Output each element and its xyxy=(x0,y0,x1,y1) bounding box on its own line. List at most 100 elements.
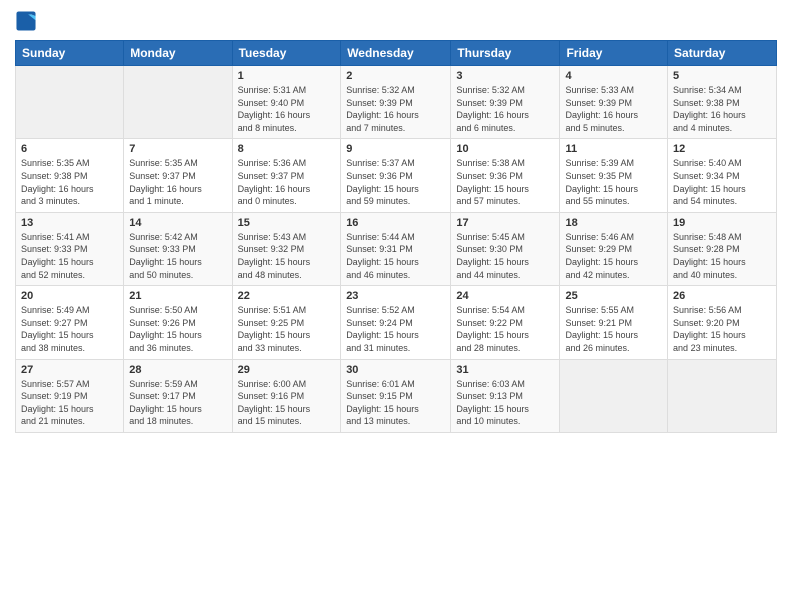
logo xyxy=(15,10,39,32)
calendar-cell: 3 Sunrise: 5:32 AM Sunset: 9:39 PM Daylig… xyxy=(451,66,560,139)
day-number: 7 xyxy=(129,143,226,155)
day-info: Sunrise: 5:49 AM Sunset: 9:27 PM Dayligh… xyxy=(21,304,118,354)
calendar-cell: 22 Sunrise: 5:51 AM Sunset: 9:25 PM Dayli… xyxy=(232,286,341,359)
day-info: Sunrise: 5:41 AM Sunset: 9:33 PM Dayligh… xyxy=(21,231,118,281)
day-number: 9 xyxy=(346,143,445,155)
calendar-cell: 10 Sunrise: 5:38 AM Sunset: 9:36 PM Dayli… xyxy=(451,139,560,212)
day-number: 4 xyxy=(565,70,662,82)
calendar-week-2: 6 Sunrise: 5:35 AM Sunset: 9:38 PM Daylig… xyxy=(16,139,777,212)
day-info: Sunrise: 5:56 AM Sunset: 9:20 PM Dayligh… xyxy=(673,304,771,354)
calendar-week-1: 1 Sunrise: 5:31 AM Sunset: 9:40 PM Daylig… xyxy=(16,66,777,139)
weekday-header-thursday: Thursday xyxy=(451,41,560,66)
day-info: Sunrise: 5:40 AM Sunset: 9:34 PM Dayligh… xyxy=(673,157,771,207)
day-number: 25 xyxy=(565,290,662,302)
day-number: 19 xyxy=(673,217,771,229)
day-number: 5 xyxy=(673,70,771,82)
day-number: 13 xyxy=(21,217,118,229)
weekday-header-monday: Monday xyxy=(124,41,232,66)
calendar-cell: 7Sunrise: 5:35 AM Sunset: 9:37 PM Daylig… xyxy=(124,139,232,212)
calendar-cell: 11 Sunrise: 5:39 AM Sunset: 9:35 PM Dayli… xyxy=(560,139,668,212)
day-info: Sunrise: 5:59 AM Sunset: 9:17 PM Dayligh… xyxy=(129,378,226,428)
day-info: Sunrise: 6:01 AM Sunset: 9:15 PM Dayligh… xyxy=(346,378,445,428)
calendar-cell: 26 Sunrise: 5:56 AM Sunset: 9:20 PM Dayli… xyxy=(668,286,777,359)
day-info: Sunrise: 5:46 AM Sunset: 9:29 PM Dayligh… xyxy=(565,231,662,281)
calendar-cell: 17 Sunrise: 5:45 AM Sunset: 9:30 PM Dayli… xyxy=(451,212,560,285)
day-info: Sunrise: 5:31 AM Sunset: 9:40 PM Dayligh… xyxy=(238,84,336,134)
day-number: 30 xyxy=(346,364,445,376)
day-info: Sunrise: 5:36 AM Sunset: 9:37 PM Dayligh… xyxy=(238,157,336,207)
calendar-cell: 21 Sunrise: 5:50 AM Sunset: 9:26 PM Dayli… xyxy=(124,286,232,359)
calendar-cell xyxy=(124,66,232,139)
day-info: Sunrise: 5:52 AM Sunset: 9:24 PM Dayligh… xyxy=(346,304,445,354)
calendar-cell: 14Sunrise: 5:42 AM Sunset: 9:33 PM Dayli… xyxy=(124,212,232,285)
day-info: Sunrise: 5:32 AM Sunset: 9:39 PM Dayligh… xyxy=(346,84,445,134)
calendar-cell xyxy=(560,359,668,432)
calendar-cell: 23Sunrise: 5:52 AM Sunset: 9:24 PM Dayli… xyxy=(341,286,451,359)
calendar-cell: 12 Sunrise: 5:40 AM Sunset: 9:34 PM Dayli… xyxy=(668,139,777,212)
day-number: 6 xyxy=(21,143,118,155)
day-number: 18 xyxy=(565,217,662,229)
calendar-week-4: 20 Sunrise: 5:49 AM Sunset: 9:27 PM Dayli… xyxy=(16,286,777,359)
header xyxy=(15,10,777,32)
day-info: Sunrise: 5:45 AM Sunset: 9:30 PM Dayligh… xyxy=(456,231,554,281)
day-info: Sunrise: 5:33 AM Sunset: 9:39 PM Dayligh… xyxy=(565,84,662,134)
day-info: Sunrise: 6:00 AM Sunset: 9:16 PM Dayligh… xyxy=(238,378,336,428)
calendar-week-5: 27Sunrise: 5:57 AM Sunset: 9:19 PM Dayli… xyxy=(16,359,777,432)
calendar-cell: 4 Sunrise: 5:33 AM Sunset: 9:39 PM Daylig… xyxy=(560,66,668,139)
calendar-cell xyxy=(668,359,777,432)
day-info: Sunrise: 6:03 AM Sunset: 9:13 PM Dayligh… xyxy=(456,378,554,428)
day-number: 1 xyxy=(238,70,336,82)
calendar-cell: 29 Sunrise: 6:00 AM Sunset: 9:16 PM Dayli… xyxy=(232,359,341,432)
calendar-cell: 2 Sunrise: 5:32 AM Sunset: 9:39 PM Daylig… xyxy=(341,66,451,139)
calendar-cell: 5 Sunrise: 5:34 AM Sunset: 9:38 PM Daylig… xyxy=(668,66,777,139)
day-number: 29 xyxy=(238,364,336,376)
calendar-cell: 31 Sunrise: 6:03 AM Sunset: 9:13 PM Dayli… xyxy=(451,359,560,432)
calendar-cell: 1 Sunrise: 5:31 AM Sunset: 9:40 PM Daylig… xyxy=(232,66,341,139)
day-number: 31 xyxy=(456,364,554,376)
calendar-cell: 18 Sunrise: 5:46 AM Sunset: 9:29 PM Dayli… xyxy=(560,212,668,285)
weekday-header-sunday: Sunday xyxy=(16,41,124,66)
calendar-cell: 6 Sunrise: 5:35 AM Sunset: 9:38 PM Daylig… xyxy=(16,139,124,212)
calendar-cell: 27Sunrise: 5:57 AM Sunset: 9:19 PM Dayli… xyxy=(16,359,124,432)
day-number: 20 xyxy=(21,290,118,302)
day-number: 16 xyxy=(346,217,445,229)
weekday-header-wednesday: Wednesday xyxy=(341,41,451,66)
day-number: 11 xyxy=(565,143,662,155)
day-info: Sunrise: 5:51 AM Sunset: 9:25 PM Dayligh… xyxy=(238,304,336,354)
day-info: Sunrise: 5:57 AM Sunset: 9:19 PM Dayligh… xyxy=(21,378,118,428)
day-info: Sunrise: 5:43 AM Sunset: 9:32 PM Dayligh… xyxy=(238,231,336,281)
day-info: Sunrise: 5:54 AM Sunset: 9:22 PM Dayligh… xyxy=(456,304,554,354)
day-info: Sunrise: 5:50 AM Sunset: 9:26 PM Dayligh… xyxy=(129,304,226,354)
day-number: 3 xyxy=(456,70,554,82)
calendar-cell xyxy=(16,66,124,139)
day-info: Sunrise: 5:34 AM Sunset: 9:38 PM Dayligh… xyxy=(673,84,771,134)
day-number: 22 xyxy=(238,290,336,302)
calendar-cell: 15 Sunrise: 5:43 AM Sunset: 9:32 PM Dayli… xyxy=(232,212,341,285)
day-info: Sunrise: 5:32 AM Sunset: 9:39 PM Dayligh… xyxy=(456,84,554,134)
day-info: Sunrise: 5:38 AM Sunset: 9:36 PM Dayligh… xyxy=(456,157,554,207)
logo-icon xyxy=(15,10,37,32)
day-info: Sunrise: 5:55 AM Sunset: 9:21 PM Dayligh… xyxy=(565,304,662,354)
day-number: 8 xyxy=(238,143,336,155)
calendar-cell: 25 Sunrise: 5:55 AM Sunset: 9:21 PM Dayli… xyxy=(560,286,668,359)
calendar-cell: 28 Sunrise: 5:59 AM Sunset: 9:17 PM Dayli… xyxy=(124,359,232,432)
day-number: 24 xyxy=(456,290,554,302)
calendar-cell: 19Sunrise: 5:48 AM Sunset: 9:28 PM Dayli… xyxy=(668,212,777,285)
calendar-cell: 13 Sunrise: 5:41 AM Sunset: 9:33 PM Dayli… xyxy=(16,212,124,285)
day-number: 14 xyxy=(129,217,226,229)
day-info: Sunrise: 5:39 AM Sunset: 9:35 PM Dayligh… xyxy=(565,157,662,207)
day-info: Sunrise: 5:44 AM Sunset: 9:31 PM Dayligh… xyxy=(346,231,445,281)
calendar-cell: 20 Sunrise: 5:49 AM Sunset: 9:27 PM Dayli… xyxy=(16,286,124,359)
day-number: 15 xyxy=(238,217,336,229)
weekday-header-row: SundayMondayTuesdayWednesdayThursdayFrid… xyxy=(16,41,777,66)
day-number: 26 xyxy=(673,290,771,302)
day-number: 10 xyxy=(456,143,554,155)
weekday-header-friday: Friday xyxy=(560,41,668,66)
day-info: Sunrise: 5:37 AM Sunset: 9:36 PM Dayligh… xyxy=(346,157,445,207)
day-number: 12 xyxy=(673,143,771,155)
day-number: 21 xyxy=(129,290,226,302)
day-number: 28 xyxy=(129,364,226,376)
day-number: 17 xyxy=(456,217,554,229)
day-info: Sunrise: 5:35 AM Sunset: 9:38 PM Dayligh… xyxy=(21,157,118,207)
day-number: 2 xyxy=(346,70,445,82)
